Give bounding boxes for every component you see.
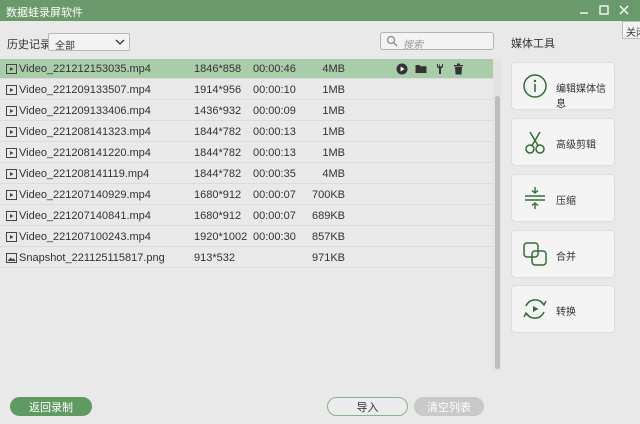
maximize-button[interactable] xyxy=(594,1,614,19)
table-row[interactable]: Snapshot_221125115817.png 913*532 971KB xyxy=(0,248,493,268)
file-name: Video_221209133507.mp4 xyxy=(19,84,151,96)
table-row[interactable]: Video_221208141323.mp4 1844*782 00:00:13… xyxy=(0,122,493,142)
history-label: 历史记录 xyxy=(7,39,51,51)
convert-icon xyxy=(520,294,550,324)
video-file-icon xyxy=(6,85,17,98)
tool-merge[interactable]: 合并 xyxy=(511,230,615,278)
file-resolution: 1844*782 xyxy=(194,147,242,159)
file-name: Video_221208141323.mp4 xyxy=(19,126,151,138)
file-size: 689KB xyxy=(311,210,345,222)
video-file-icon xyxy=(6,169,17,182)
close-icon xyxy=(619,5,629,15)
file-resolution: 1436*932 xyxy=(194,105,242,117)
file-name: Video_221209133406.mp4 xyxy=(19,105,151,117)
merge-icon xyxy=(520,239,550,269)
file-resolution: 1844*782 xyxy=(194,168,242,180)
video-file-icon xyxy=(6,148,17,161)
tool-label: 转换 xyxy=(556,307,576,318)
info-icon xyxy=(520,71,550,101)
file-name: Video_221208141119.mp4 xyxy=(19,168,150,180)
file-name: Video_221207140841.mp4 xyxy=(19,210,151,222)
file-size: 4MB xyxy=(322,63,345,75)
file-name: Snapshot_221125115817.png xyxy=(19,252,165,264)
table-row[interactable]: Video_221212153035.mp4 1846*858 00:00:46… xyxy=(0,59,493,79)
file-resolution: 1680*912 xyxy=(194,189,242,201)
minimize-icon xyxy=(580,12,588,14)
play-icon[interactable] xyxy=(395,62,408,75)
chevron-down-icon xyxy=(115,37,125,50)
video-file-icon xyxy=(6,211,17,224)
file-size: 1MB xyxy=(322,147,345,159)
file-size: 1MB xyxy=(322,126,345,138)
table-row[interactable]: Video_221209133507.mp4 1914*956 00:00:10… xyxy=(0,80,493,100)
media-tools-title: 媒体工具 xyxy=(511,38,555,50)
video-file-icon xyxy=(6,64,17,77)
maximize-icon xyxy=(599,5,609,15)
table-row[interactable]: Video_221207100243.mp4 1920*1002 00:00:3… xyxy=(0,227,493,247)
trash-icon[interactable] xyxy=(452,62,465,75)
tool-label: 压缩 xyxy=(556,196,576,207)
file-resolution: 1680*912 xyxy=(194,210,242,222)
file-size: 857KB xyxy=(311,231,345,243)
file-name: Video_221212153035.mp4 xyxy=(19,63,151,75)
recording-list: Video_221212153035.mp4 1846*858 00:00:46… xyxy=(0,59,493,369)
tool-advanced-cut[interactable]: 高级剪辑 xyxy=(511,118,615,166)
file-size: 4MB xyxy=(322,168,345,180)
tool-edit-media-info[interactable]: 编辑媒体信息 xyxy=(511,62,615,110)
search-placeholder: 搜索 xyxy=(403,40,423,51)
video-file-icon xyxy=(6,232,17,245)
folder-icon[interactable] xyxy=(414,62,427,75)
file-name: Video_221207100243.mp4 xyxy=(19,231,151,243)
compress-icon xyxy=(520,183,550,213)
close-tooltip: 关闭 xyxy=(622,21,640,39)
tool-label: 编辑媒体信息 xyxy=(556,84,606,110)
clear-list-button[interactable]: 清空列表 xyxy=(414,397,484,416)
scissors-icon xyxy=(520,127,550,157)
scrollbar-thumb[interactable] xyxy=(495,96,500,369)
file-size: 1MB xyxy=(322,84,345,96)
table-row[interactable]: Video_221207140929.mp4 1680*912 00:00:07… xyxy=(0,185,493,205)
app-title: 数据蛙录屏软件 xyxy=(6,7,83,19)
video-file-icon xyxy=(6,106,17,119)
table-row[interactable]: Video_221208141220.mp4 1844*782 00:00:13… xyxy=(0,143,493,163)
tool-label: 合并 xyxy=(556,252,576,263)
video-file-icon xyxy=(6,127,17,140)
video-file-icon xyxy=(6,190,17,203)
select-value: 全部 xyxy=(55,41,75,52)
file-name: Video_221207140929.mp4 xyxy=(19,189,151,201)
import-button[interactable]: 导入 xyxy=(327,397,408,416)
file-resolution: 1846*858 xyxy=(194,63,242,75)
history-filter-select[interactable]: 全部 xyxy=(48,33,130,52)
file-name: Video_221208141220.mp4 xyxy=(19,147,151,159)
file-resolution: 1914*956 xyxy=(194,84,242,96)
tool-label: 高级剪辑 xyxy=(556,140,596,151)
minimize-button[interactable] xyxy=(574,1,594,19)
close-button[interactable] xyxy=(614,1,634,19)
file-size: 1MB xyxy=(322,105,345,117)
tool-compress[interactable]: 压缩 xyxy=(511,174,615,222)
back-to-record-button[interactable]: 返回录制 xyxy=(10,397,92,416)
table-row[interactable]: Video_221208141119.mp4 1844*782 00:00:35… xyxy=(0,164,493,184)
edit-tool-icon[interactable] xyxy=(433,62,446,75)
file-size: 700KB xyxy=(311,189,345,201)
file-size: 971KB xyxy=(311,252,345,264)
file-resolution: 1920*1002 xyxy=(194,231,248,243)
table-row[interactable]: Video_221207140841.mp4 1680*912 00:00:07… xyxy=(0,206,493,226)
tool-convert[interactable]: 转换 xyxy=(511,285,615,333)
title-bar: 数据蛙录屏软件 xyxy=(0,0,640,21)
image-file-icon xyxy=(6,253,17,266)
file-resolution: 913*532 xyxy=(194,252,235,264)
table-row[interactable]: Video_221209133406.mp4 1436*932 00:00:09… xyxy=(0,101,493,121)
file-resolution: 1844*782 xyxy=(194,126,242,138)
filter-bar: 历史记录 全部 搜索 xyxy=(0,21,500,57)
search-icon xyxy=(386,35,398,50)
search-input[interactable]: 搜索 xyxy=(380,32,494,51)
row-actions xyxy=(395,62,465,75)
